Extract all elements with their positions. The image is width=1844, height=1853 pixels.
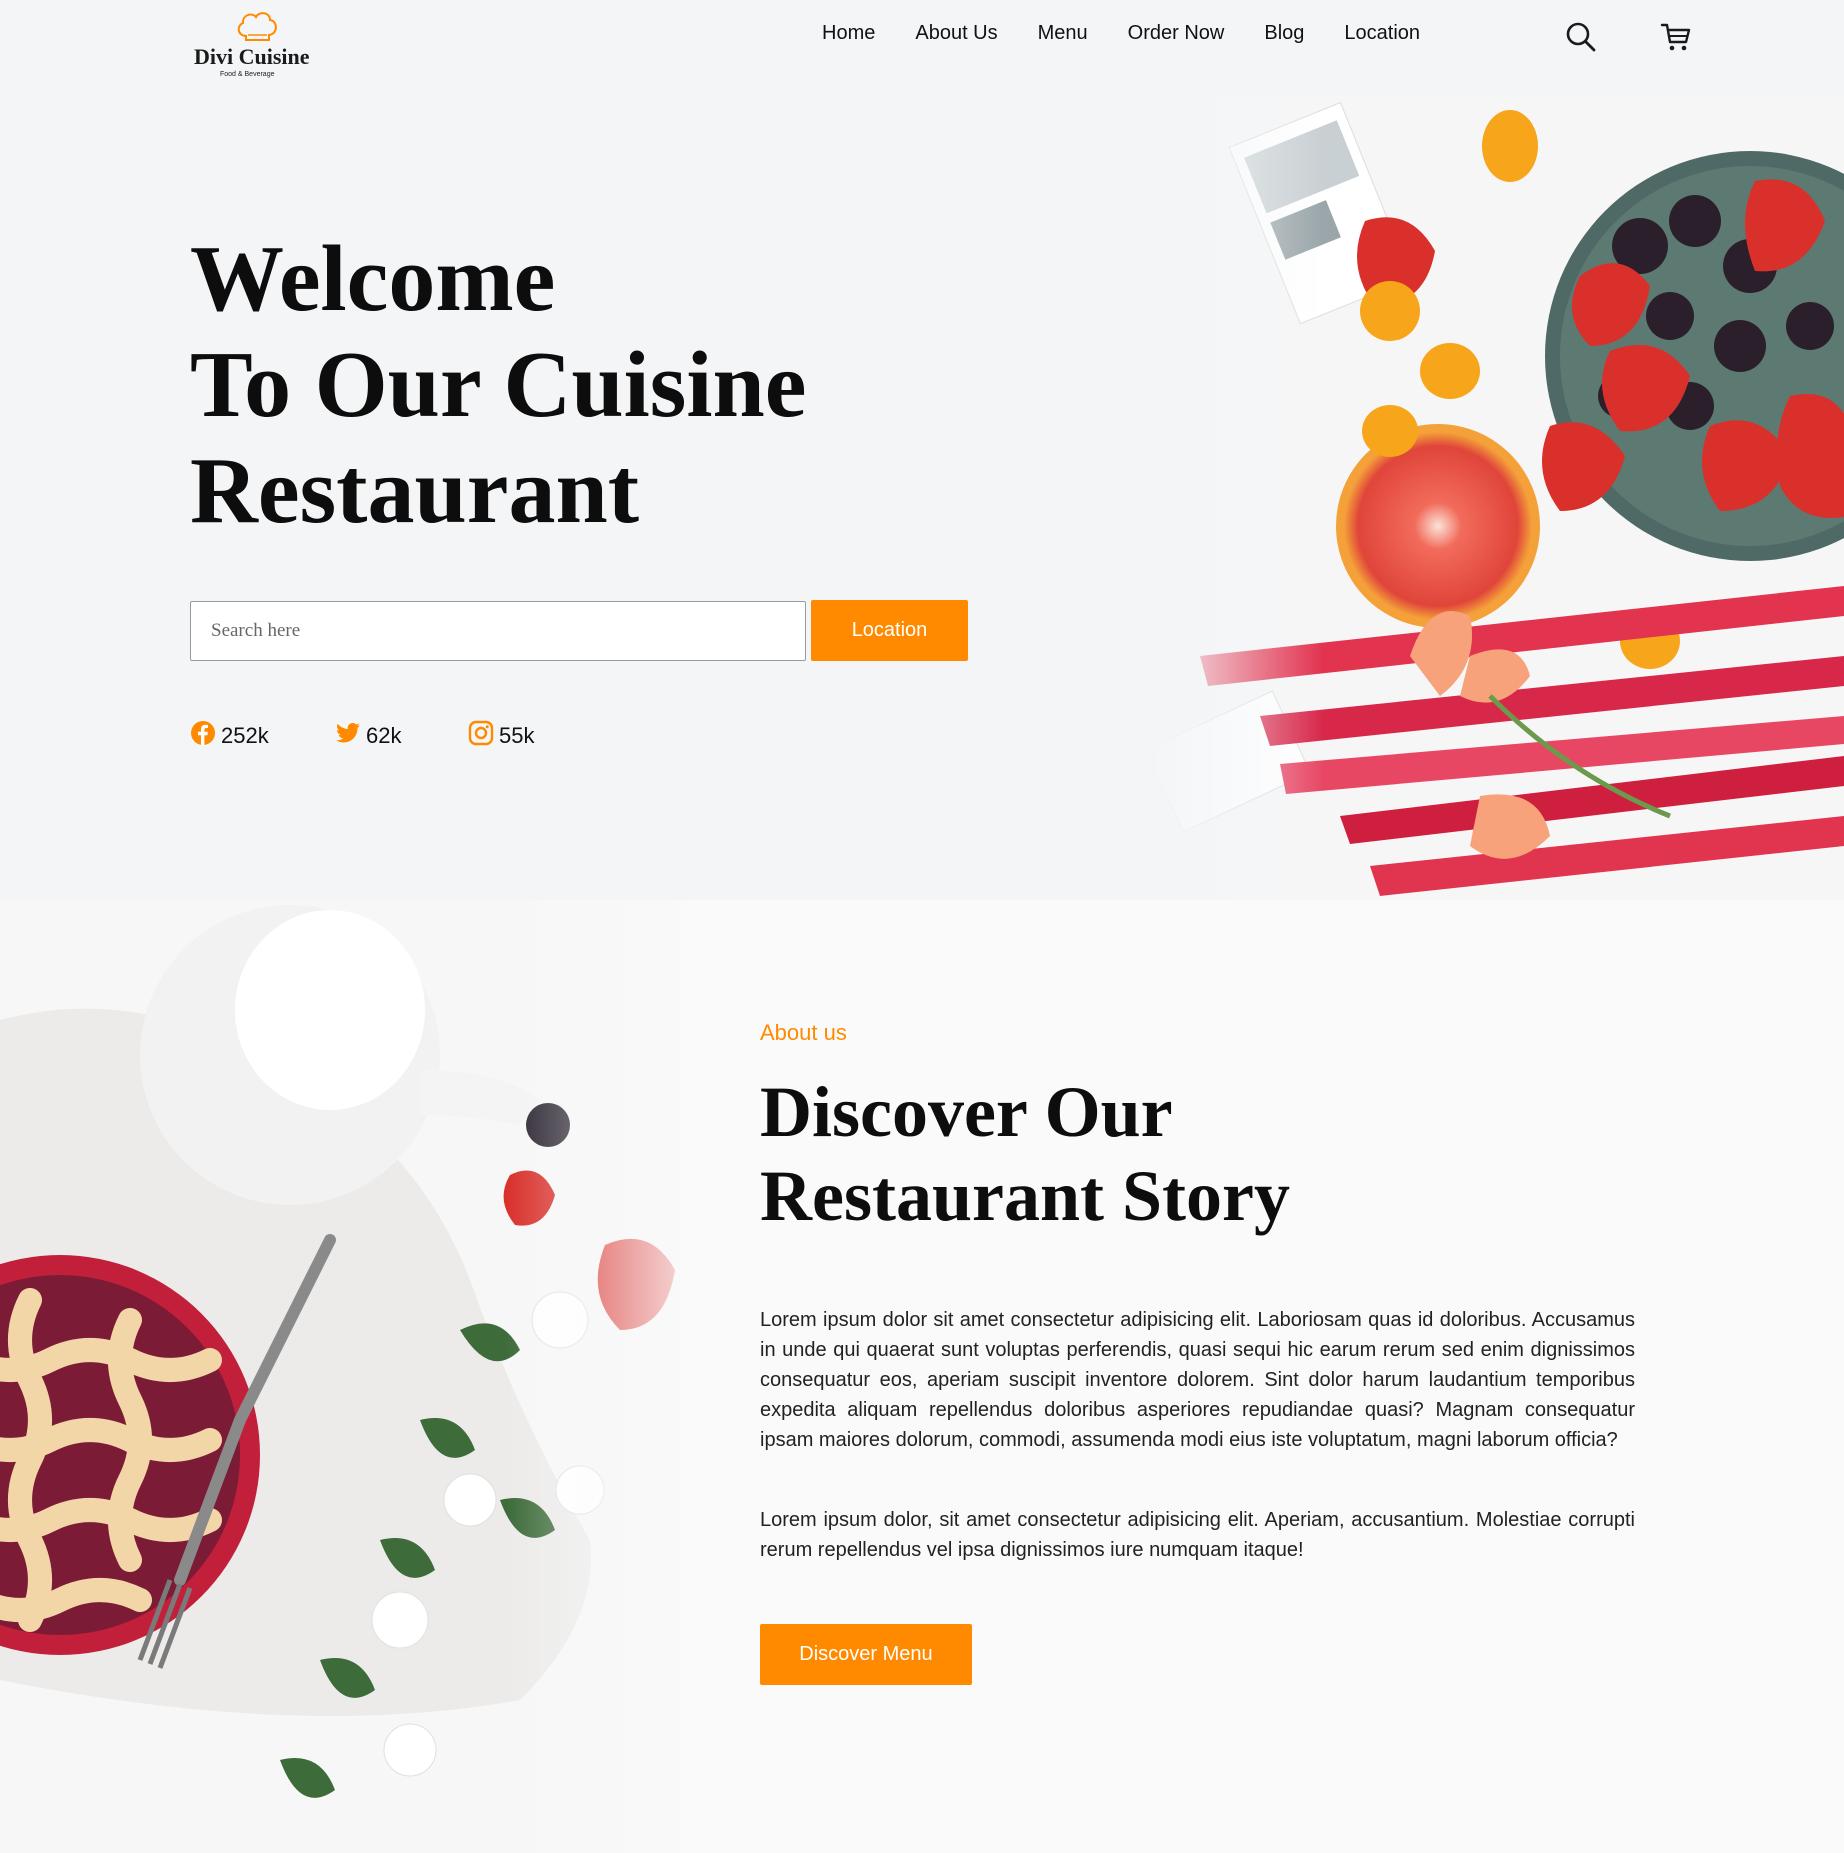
nav-about-us[interactable]: About Us: [915, 22, 997, 45]
hero-section: Welcome To Our Cuisine Restaurant Locati…: [0, 96, 1844, 900]
hero-title-line: Restaurant: [190, 439, 640, 543]
logo[interactable]: Divi Cuisine Food & Beverage: [190, 10, 320, 80]
instagram-link[interactable]: 55k: [468, 720, 535, 751]
about-title-line: Discover Our: [760, 1072, 1173, 1152]
hero-title-line: To Our Cuisine: [190, 333, 807, 437]
main-nav: Home About Us Menu Order Now Blog Locati…: [822, 22, 1460, 45]
fruit-bowl-image: [1150, 96, 1844, 900]
search-button[interactable]: [1564, 20, 1598, 54]
discover-menu-button[interactable]: Discover Menu: [760, 1624, 972, 1685]
chef-hat-icon: [237, 12, 277, 41]
nav-order-now[interactable]: Order Now: [1128, 22, 1225, 45]
about-title-line: Restaurant Story: [760, 1156, 1290, 1236]
hero-title-line: Welcome: [190, 227, 556, 331]
twitter-icon: [336, 723, 360, 743]
site-header: Divi Cuisine Food & Beverage Home About …: [0, 0, 1844, 96]
facebook-link[interactable]: 252k: [190, 721, 269, 751]
instagram-icon: [468, 720, 494, 746]
search-icon: [1566, 22, 1596, 52]
berry-pie-image: [0, 900, 722, 1853]
about-paragraph: Lorem ipsum dolor sit amet consectetur a…: [760, 1309, 1635, 1451]
about-section: About us Discover Our Restaurant Story L…: [0, 900, 1844, 1853]
cart-icon: [1660, 23, 1691, 51]
about-title: Discover Our Restaurant Story: [760, 1070, 1290, 1238]
twitter-link[interactable]: 62k: [335, 721, 401, 751]
nav-blog[interactable]: Blog: [1264, 22, 1304, 45]
instagram-count: 55k: [499, 723, 535, 748]
logo-brand: Divi Cuisine: [194, 44, 310, 69]
cart-button[interactable]: [1659, 20, 1693, 54]
nav-home[interactable]: Home: [822, 22, 875, 45]
about-kicker: About us: [760, 1020, 847, 1045]
hero-title: Welcome To Our Cuisine Restaurant: [190, 226, 806, 544]
logo-tagline: Food & Beverage: [220, 71, 275, 78]
twitter-count: 62k: [366, 723, 402, 748]
facebook-count: 252k: [221, 723, 269, 748]
facebook-icon: [191, 721, 215, 745]
location-button[interactable]: Location: [811, 600, 968, 661]
nav-location[interactable]: Location: [1344, 22, 1420, 45]
search-input[interactable]: [190, 601, 806, 661]
nav-menu[interactable]: Menu: [1038, 22, 1088, 45]
about-paragraph: Lorem ipsum dolor, sit amet consectetur …: [760, 1509, 1635, 1561]
